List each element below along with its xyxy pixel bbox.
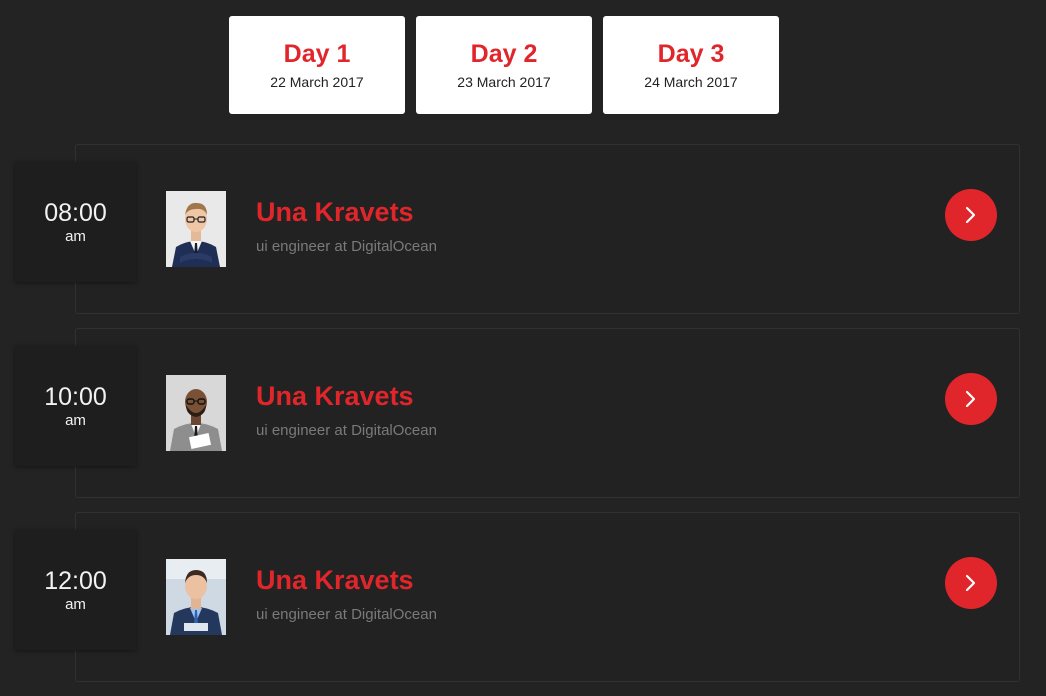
speaker-role: ui engineer at DigitalOcean bbox=[256, 422, 437, 439]
tab-day-title: Day 1 bbox=[283, 39, 351, 68]
tab-day-3[interactable]: Day 3 24 March 2017 bbox=[603, 16, 779, 114]
speaker-photo-icon bbox=[166, 375, 226, 451]
session-details-button[interactable] bbox=[945, 373, 997, 425]
tab-day-title: Day 2 bbox=[470, 39, 538, 68]
day-tabs: Day 1 22 March 2017 Day 2 23 March 2017 … bbox=[229, 16, 779, 114]
tab-day-title: Day 3 bbox=[657, 39, 725, 68]
chevron-right-icon bbox=[965, 574, 976, 592]
session-list: 08:00 am Una Kravets ui engineer at Digi… bbox=[0, 144, 1046, 696]
speaker-role: ui engineer at DigitalOcean bbox=[256, 238, 437, 255]
time-period: am bbox=[65, 596, 86, 613]
tab-day-date: 23 March 2017 bbox=[457, 73, 551, 90]
session-time: 12:00 am bbox=[15, 530, 136, 650]
speaker-name[interactable]: Una Kravets bbox=[256, 196, 414, 228]
speaker-avatar bbox=[166, 559, 226, 635]
session-item: 10:00 am Una Kravets ui engineer at Digi… bbox=[0, 328, 1046, 512]
speaker-name[interactable]: Una Kravets bbox=[256, 380, 414, 412]
session-item: 08:00 am Una Kravets ui engineer at Digi… bbox=[0, 144, 1046, 328]
speaker-avatar bbox=[166, 375, 226, 451]
chevron-right-icon bbox=[965, 206, 976, 224]
tab-day-1[interactable]: Day 1 22 March 2017 bbox=[229, 16, 405, 114]
tab-day-date: 22 March 2017 bbox=[270, 73, 364, 90]
time-value: 08:00 bbox=[44, 199, 107, 227]
tab-day-2[interactable]: Day 2 23 March 2017 bbox=[416, 16, 592, 114]
time-period: am bbox=[65, 412, 86, 429]
time-value: 10:00 bbox=[44, 383, 107, 411]
time-period: am bbox=[65, 228, 86, 245]
speaker-name[interactable]: Una Kravets bbox=[256, 564, 414, 596]
speaker-avatar bbox=[166, 191, 226, 267]
session-details-button[interactable] bbox=[945, 189, 997, 241]
chevron-right-icon bbox=[965, 390, 976, 408]
session-time: 10:00 am bbox=[15, 346, 136, 466]
session-details-button[interactable] bbox=[945, 557, 997, 609]
time-value: 12:00 bbox=[44, 567, 107, 595]
session-time: 08:00 am bbox=[15, 162, 136, 282]
session-item: 12:00 am Una Kravets ui engineer at Digi… bbox=[0, 512, 1046, 696]
speaker-photo-icon bbox=[166, 559, 226, 635]
speaker-photo-icon bbox=[166, 191, 226, 267]
tab-day-date: 24 March 2017 bbox=[644, 73, 738, 90]
speaker-role: ui engineer at DigitalOcean bbox=[256, 606, 437, 623]
